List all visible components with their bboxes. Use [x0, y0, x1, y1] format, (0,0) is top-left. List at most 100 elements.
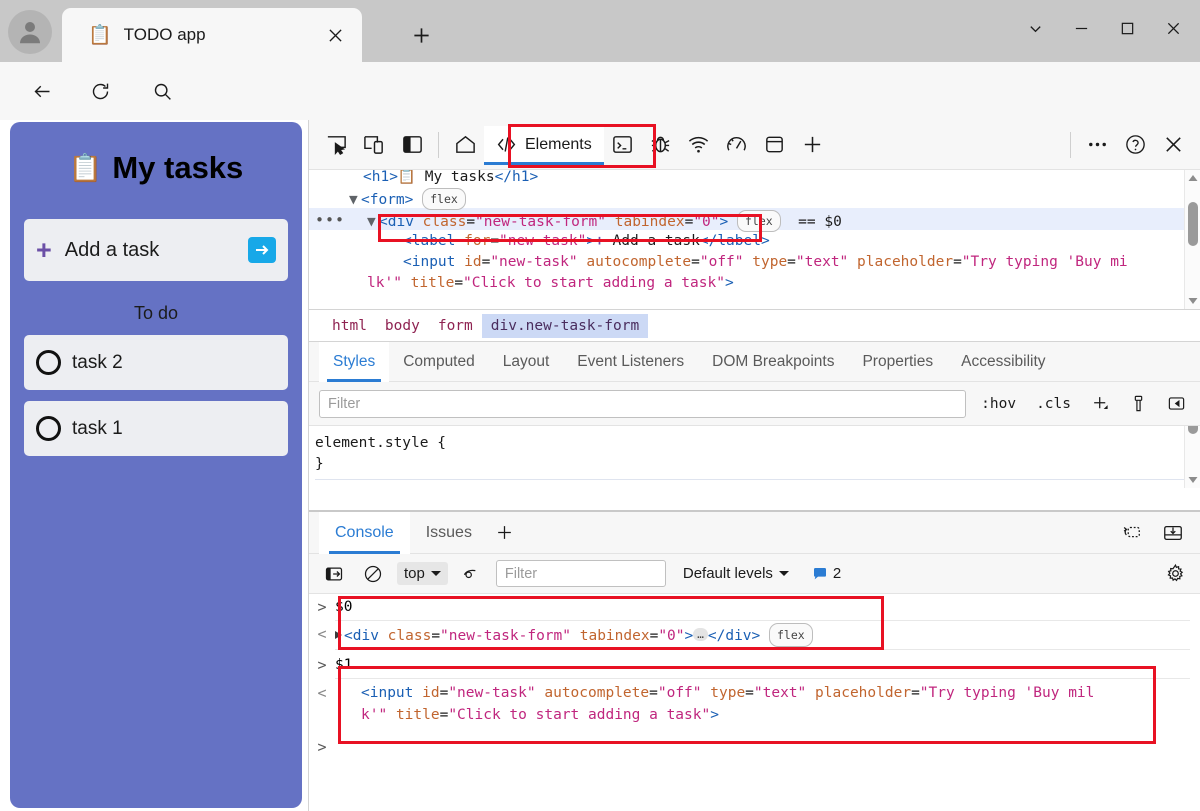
- dom-tree[interactable]: <h1>📋 My tasks</h1> ▼<form> flex ••• ▼<d…: [309, 170, 1200, 310]
- maximize-button[interactable]: [1104, 8, 1150, 48]
- todo-section-title: To do: [24, 303, 288, 324]
- profile-avatar[interactable]: [8, 10, 52, 54]
- dom-line-input-b[interactable]: lk'" title="Click to start adding a task…: [367, 273, 734, 293]
- dom-line-input-a[interactable]: <input id="new-task" autocomplete="off" …: [403, 252, 1128, 272]
- minimize-button[interactable]: [1058, 8, 1104, 48]
- console-prompt-row[interactable]: >: [309, 736, 1200, 758]
- tab-elements[interactable]: Elements: [484, 126, 604, 164]
- tab-dom-breakpoints[interactable]: DOM Breakpoints: [698, 342, 848, 382]
- add-drawer-tab-plus-icon[interactable]: [488, 516, 522, 550]
- dom-scrollbar[interactable]: [1184, 170, 1200, 309]
- tab-list-chevron-down-icon[interactable]: [1012, 8, 1058, 48]
- console-settings-gear-icon[interactable]: [1160, 560, 1190, 588]
- clear-console-icon[interactable]: [358, 560, 388, 588]
- tab-layout[interactable]: Layout: [489, 342, 564, 382]
- live-expression-eye-icon[interactable]: [457, 560, 487, 588]
- dom-line-h1[interactable]: <h1>📋 My tasks</h1>: [363, 170, 538, 187]
- database-icon[interactable]: [756, 126, 794, 164]
- console-output-row[interactable]: < <input id="new-task" autocomplete="off…: [309, 682, 1200, 726]
- title-bar: 📋 TODO app: [0, 0, 1200, 62]
- styles-scrollbar[interactable]: [1184, 426, 1200, 488]
- console-output[interactable]: > $0 < <div class="new-task-form" tabind…: [309, 594, 1200, 772]
- tab-accessibility[interactable]: Accessibility: [947, 342, 1059, 382]
- div-attr-tabindex-name: tabindex: [615, 214, 685, 230]
- hov-toggle[interactable]: :hov: [976, 396, 1021, 412]
- task-checkbox-icon[interactable]: [36, 416, 61, 441]
- back-button[interactable]: [26, 75, 58, 107]
- add-task-field[interactable]: + Add a task: [24, 219, 288, 281]
- console-output-value[interactable]: <input id="new-task" autocomplete="off" …: [335, 682, 1094, 726]
- tab-properties[interactable]: Properties: [848, 342, 947, 382]
- restore-drawer-icon[interactable]: [1112, 514, 1150, 552]
- scrollbar-thumb[interactable]: [1188, 426, 1198, 434]
- console-input-row[interactable]: > $1: [309, 654, 1200, 676]
- console-icon[interactable]: [604, 126, 642, 164]
- devtools-more-options-icon[interactable]: [1078, 126, 1116, 164]
- scroll-up-arrow-icon[interactable]: [1185, 170, 1200, 186]
- console-input-row[interactable]: > $0: [309, 596, 1200, 618]
- list-item[interactable]: task 2: [24, 335, 288, 390]
- tab-issues[interactable]: Issues: [410, 512, 488, 554]
- console-context-selector[interactable]: top: [397, 562, 448, 585]
- dom-line-form[interactable]: ▼<form> flex: [349, 188, 466, 210]
- bug-icon[interactable]: [642, 126, 680, 164]
- breadcrumb-item-html[interactable]: html: [323, 314, 376, 338]
- close-window-button[interactable]: [1150, 8, 1196, 48]
- device-toggle-icon[interactable]: [355, 126, 393, 164]
- flex-badge[interactable]: flex: [769, 623, 813, 647]
- dom-line-div[interactable]: ▼<div class="new-task-form" tabindex="0"…: [367, 210, 842, 232]
- tab-computed[interactable]: Computed: [389, 342, 489, 382]
- console-filter-input[interactable]: Filter: [496, 560, 666, 587]
- console-message-count-badge[interactable]: 2: [812, 565, 841, 582]
- element-style-rule[interactable]: element.style {: [315, 433, 1200, 454]
- add-panel-plus-icon[interactable]: [794, 126, 832, 164]
- browser-tab[interactable]: 📋 TODO app: [62, 8, 362, 62]
- gauge-icon[interactable]: [718, 126, 756, 164]
- home-icon[interactable]: [446, 126, 484, 164]
- flex-badge[interactable]: flex: [422, 188, 466, 210]
- close-tab-button[interactable]: [320, 20, 350, 50]
- breadcrumb-item-form[interactable]: form: [429, 314, 482, 338]
- tab-console[interactable]: Console: [319, 512, 410, 554]
- scroll-down-arrow-icon[interactable]: [1185, 293, 1200, 309]
- breadcrumb-item-div-new-task-form[interactable]: div.new-task-form: [482, 314, 648, 338]
- list-item[interactable]: task 1: [24, 401, 288, 456]
- dom-row-menu-icon[interactable]: •••: [315, 211, 345, 229]
- breadcrumb[interactable]: html body form div.new-task-form: [309, 310, 1200, 342]
- tab-event-listeners[interactable]: Event Listeners: [563, 342, 698, 382]
- console-levels-selector[interactable]: Default levels: [683, 565, 789, 582]
- refresh-button[interactable]: [84, 75, 116, 107]
- expand-triangle-icon[interactable]: [335, 631, 342, 639]
- help-icon[interactable]: [1116, 126, 1154, 164]
- console-sidebar-icon[interactable]: [319, 560, 349, 588]
- dom-line-label[interactable]: <label for="new-task">+ Add a task</labe…: [403, 231, 770, 251]
- tab-styles[interactable]: Styles: [319, 342, 389, 382]
- panel-layout-icon[interactable]: [393, 126, 431, 164]
- clipboard-icon: 📋: [69, 152, 103, 184]
- cls-toggle[interactable]: .cls: [1031, 396, 1076, 412]
- search-button[interactable]: [146, 75, 178, 107]
- expand-triangle-icon[interactable]: ▼: [349, 190, 361, 210]
- console-output-row[interactable]: < <div class="new-task-form" tabindex="0…: [309, 623, 1200, 647]
- styles-filter-input[interactable]: Filter: [319, 390, 966, 418]
- new-tab-button[interactable]: [404, 20, 438, 50]
- submit-task-button[interactable]: [248, 237, 276, 263]
- close-devtools-icon[interactable]: [1154, 126, 1192, 164]
- toggle-pane-icon[interactable]: [1162, 390, 1190, 418]
- breadcrumb-item-body[interactable]: body: [376, 314, 429, 338]
- task-checkbox-icon[interactable]: [36, 350, 61, 375]
- flex-badge[interactable]: flex: [737, 210, 781, 232]
- element-classes-eyedropper-icon[interactable]: [1124, 390, 1152, 418]
- expand-triangle-icon[interactable]: ▼: [367, 212, 379, 232]
- dock-to-bottom-icon[interactable]: [1154, 514, 1192, 552]
- collapsed-content-icon[interactable]: …: [693, 628, 708, 641]
- console-drawer: Console Issues: [309, 510, 1200, 811]
- new-style-rule-plus-icon[interactable]: [1086, 390, 1114, 418]
- devtools-toolbar: Elements: [309, 120, 1200, 170]
- scrollbar-thumb[interactable]: [1188, 202, 1198, 246]
- console-output-value[interactable]: <div class="new-task-form" tabindex="0">…: [335, 623, 813, 647]
- styles-rules-list[interactable]: element.style { } .new-task-form { to-do…: [309, 426, 1200, 488]
- wifi-icon[interactable]: [680, 126, 718, 164]
- scroll-down-arrow-icon[interactable]: [1185, 472, 1200, 488]
- inspect-icon[interactable]: [317, 126, 355, 164]
